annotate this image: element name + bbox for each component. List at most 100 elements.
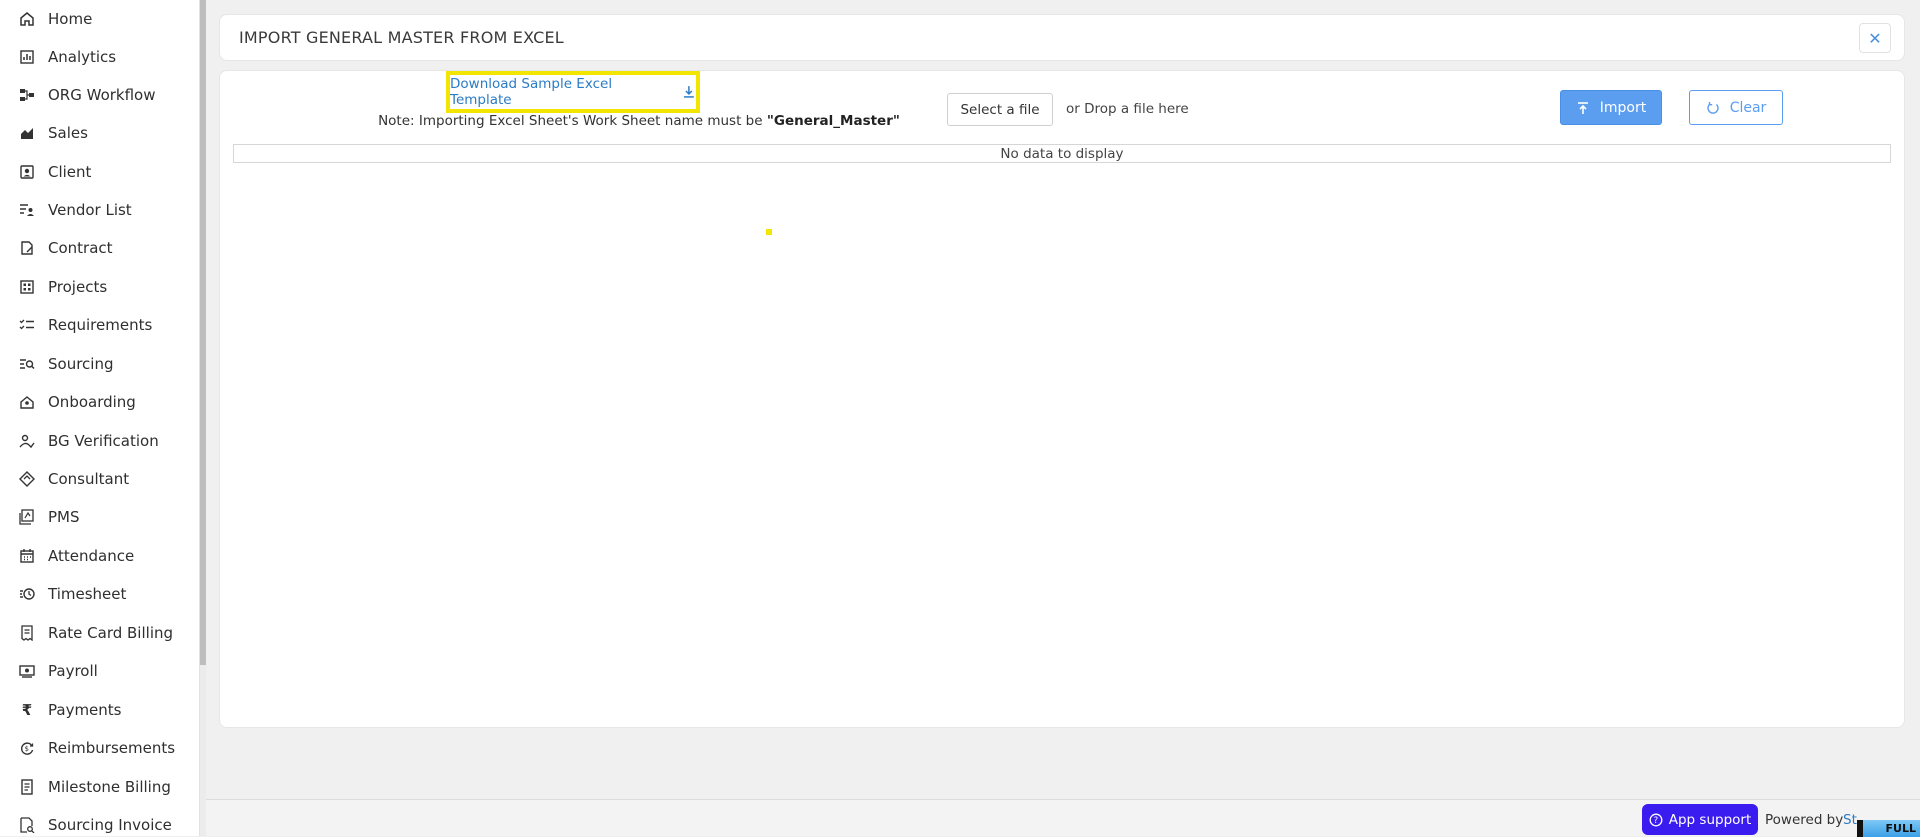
data-grid-empty: No data to display (233, 144, 1891, 163)
help-icon: ? (1649, 813, 1663, 826)
sourcing-invoice-icon (18, 816, 36, 834)
powered-by-link[interactable]: St (1843, 812, 1857, 828)
sidebar-item-requirements[interactable]: Requirements (0, 306, 199, 344)
sidebar-item-milestone-billing[interactable]: Milestone Billing (0, 768, 199, 806)
projects-icon (18, 278, 36, 296)
sidebar-item-label: Onboarding (48, 393, 136, 411)
sidebar-item-label: Requirements (48, 316, 153, 334)
sidebar-item-client[interactable]: Client (0, 153, 199, 191)
sidebar-item-vendor-list[interactable]: Vendor List (0, 191, 199, 229)
sidebar-item-reimbursements[interactable]: $ Reimbursements (0, 729, 199, 767)
download-template-link[interactable]: Download Sample Excel Template (450, 76, 696, 108)
sales-icon (18, 124, 36, 142)
sidebar-item-label: Vendor List (48, 201, 132, 219)
sidebar-item-label: ORG Workflow (48, 86, 156, 104)
sidebar-item-label: Sourcing Invoice (48, 816, 172, 834)
note-sheet-name: "General_Master" (766, 113, 900, 129)
sidebar-item-label: BG Verification (48, 432, 159, 450)
refresh-icon (1707, 101, 1719, 114)
home-icon (18, 10, 36, 28)
sidebar-item-label: Contract (48, 239, 113, 257)
sidebar-item-label: Projects (48, 278, 108, 296)
sidebar-item-label: Consultant (48, 470, 130, 488)
powered-by-text: Powered by (1765, 812, 1844, 828)
sidebar-item-label: Sales (48, 124, 88, 142)
sidebar-item-label: Sourcing (48, 355, 114, 373)
rate-card-icon (18, 624, 36, 642)
app-support-label: App support (1668, 811, 1752, 828)
sidebar-item-attendance[interactable]: Attendance (0, 537, 199, 575)
sidebar: Home Analytics ORG Workflow Sales Client… (0, 0, 200, 836)
download-template-label: Download Sample Excel Template (450, 76, 613, 108)
onboarding-icon (18, 393, 36, 411)
client-icon (18, 163, 36, 181)
analytics-icon (18, 48, 36, 66)
drop-zone-text[interactable]: or Drop a file here (1066, 101, 1189, 117)
sidebar-item-sourcing-invoice[interactable]: Sourcing Invoice (0, 806, 199, 836)
bg-verification-icon (18, 432, 36, 450)
sidebar-item-label: Home (48, 10, 93, 28)
reimbursements-icon: $ (18, 739, 36, 757)
import-panel: Download Sample Excel Template Note: Imp… (219, 70, 1905, 728)
sidebar-item-label: Reimbursements (48, 739, 176, 757)
close-button[interactable]: ✕ (1859, 23, 1891, 53)
sidebar-item-projects[interactable]: Projects (0, 268, 199, 306)
sidebar-item-analytics[interactable]: Analytics (0, 38, 199, 76)
payroll-icon (18, 662, 36, 680)
main-area: IMPORT GENERAL MASTER FROM EXCEL ✕ Downl… (206, 0, 1920, 837)
sidebar-item-label: PMS (48, 508, 80, 526)
sidebar-item-bg-verification[interactable]: BG Verification (0, 422, 199, 460)
pms-icon (18, 508, 36, 526)
sidebar-item-org-workflow[interactable]: ORG Workflow (0, 76, 199, 114)
sidebar-item-sourcing[interactable]: Sourcing (0, 345, 199, 383)
sidebar-item-label: Analytics (48, 48, 117, 66)
consultant-icon (18, 470, 36, 488)
sidebar-item-label: Milestone Billing (48, 778, 171, 796)
sidebar-item-label: Attendance (48, 547, 135, 565)
worksheet-name-note: Note: Importing Excel Sheet's Work Sheet… (348, 113, 930, 129)
footer: ? App support Powered by St FULL (206, 799, 1920, 837)
sidebar-item-label: Timesheet (48, 585, 127, 603)
sidebar-item-pms[interactable]: PMS (0, 498, 199, 536)
timesheet-icon (18, 585, 36, 603)
sidebar-item-payments[interactable]: ₹ Payments (0, 691, 199, 729)
select-file-label: Select a file (960, 101, 1040, 118)
sidebar-item-label: Payroll (48, 662, 98, 680)
rupee-icon: ₹ (21, 700, 33, 719)
svg-text:?: ? (1653, 816, 1658, 826)
sidebar-item-label: Client (48, 163, 92, 181)
clear-button[interactable]: Clear (1689, 90, 1783, 125)
upload-icon (1577, 101, 1588, 114)
sidebar-item-rate-card-billing[interactable]: Rate Card Billing (0, 614, 199, 652)
workflow-icon (18, 86, 36, 104)
select-file-button[interactable]: Select a file (947, 93, 1053, 126)
sidebar-item-payroll[interactable]: Payroll (0, 652, 199, 690)
clear-label: Clear (1729, 99, 1767, 116)
sidebar-item-contract[interactable]: Contract (0, 229, 199, 267)
sourcing-icon (18, 355, 36, 373)
sidebar-item-onboarding[interactable]: Onboarding (0, 383, 199, 421)
sidebar-item-sales[interactable]: Sales (0, 114, 199, 152)
download-icon (684, 86, 695, 98)
milestone-icon (18, 778, 36, 796)
note-text: Note: Importing Excel Sheet's Work Sheet… (378, 113, 767, 129)
sidebar-item-label: Rate Card Billing (48, 624, 174, 642)
contract-icon (18, 239, 36, 257)
cursor-marker (766, 229, 772, 235)
app-support-button[interactable]: ? App support (1642, 804, 1758, 835)
vendor-list-icon (18, 201, 36, 219)
import-button[interactable]: Import (1560, 90, 1662, 125)
empty-grid-message: No data to display (1000, 145, 1124, 162)
sidebar-item-label: Payments (48, 701, 122, 719)
sidebar-item-consultant[interactable]: Consultant (0, 460, 199, 498)
full-badge: FULL (1857, 820, 1920, 837)
dialog-header: IMPORT GENERAL MASTER FROM EXCEL ✕ (219, 14, 1905, 61)
attendance-icon (18, 547, 36, 565)
import-label: Import (1599, 99, 1647, 116)
sidebar-item-timesheet[interactable]: Timesheet (0, 575, 199, 613)
svg-text:$: $ (25, 745, 29, 753)
sidebar-item-home[interactable]: Home (0, 0, 199, 38)
download-template-highlight: Download Sample Excel Template (446, 71, 700, 113)
requirements-icon (18, 316, 36, 334)
close-icon: ✕ (1868, 28, 1882, 48)
